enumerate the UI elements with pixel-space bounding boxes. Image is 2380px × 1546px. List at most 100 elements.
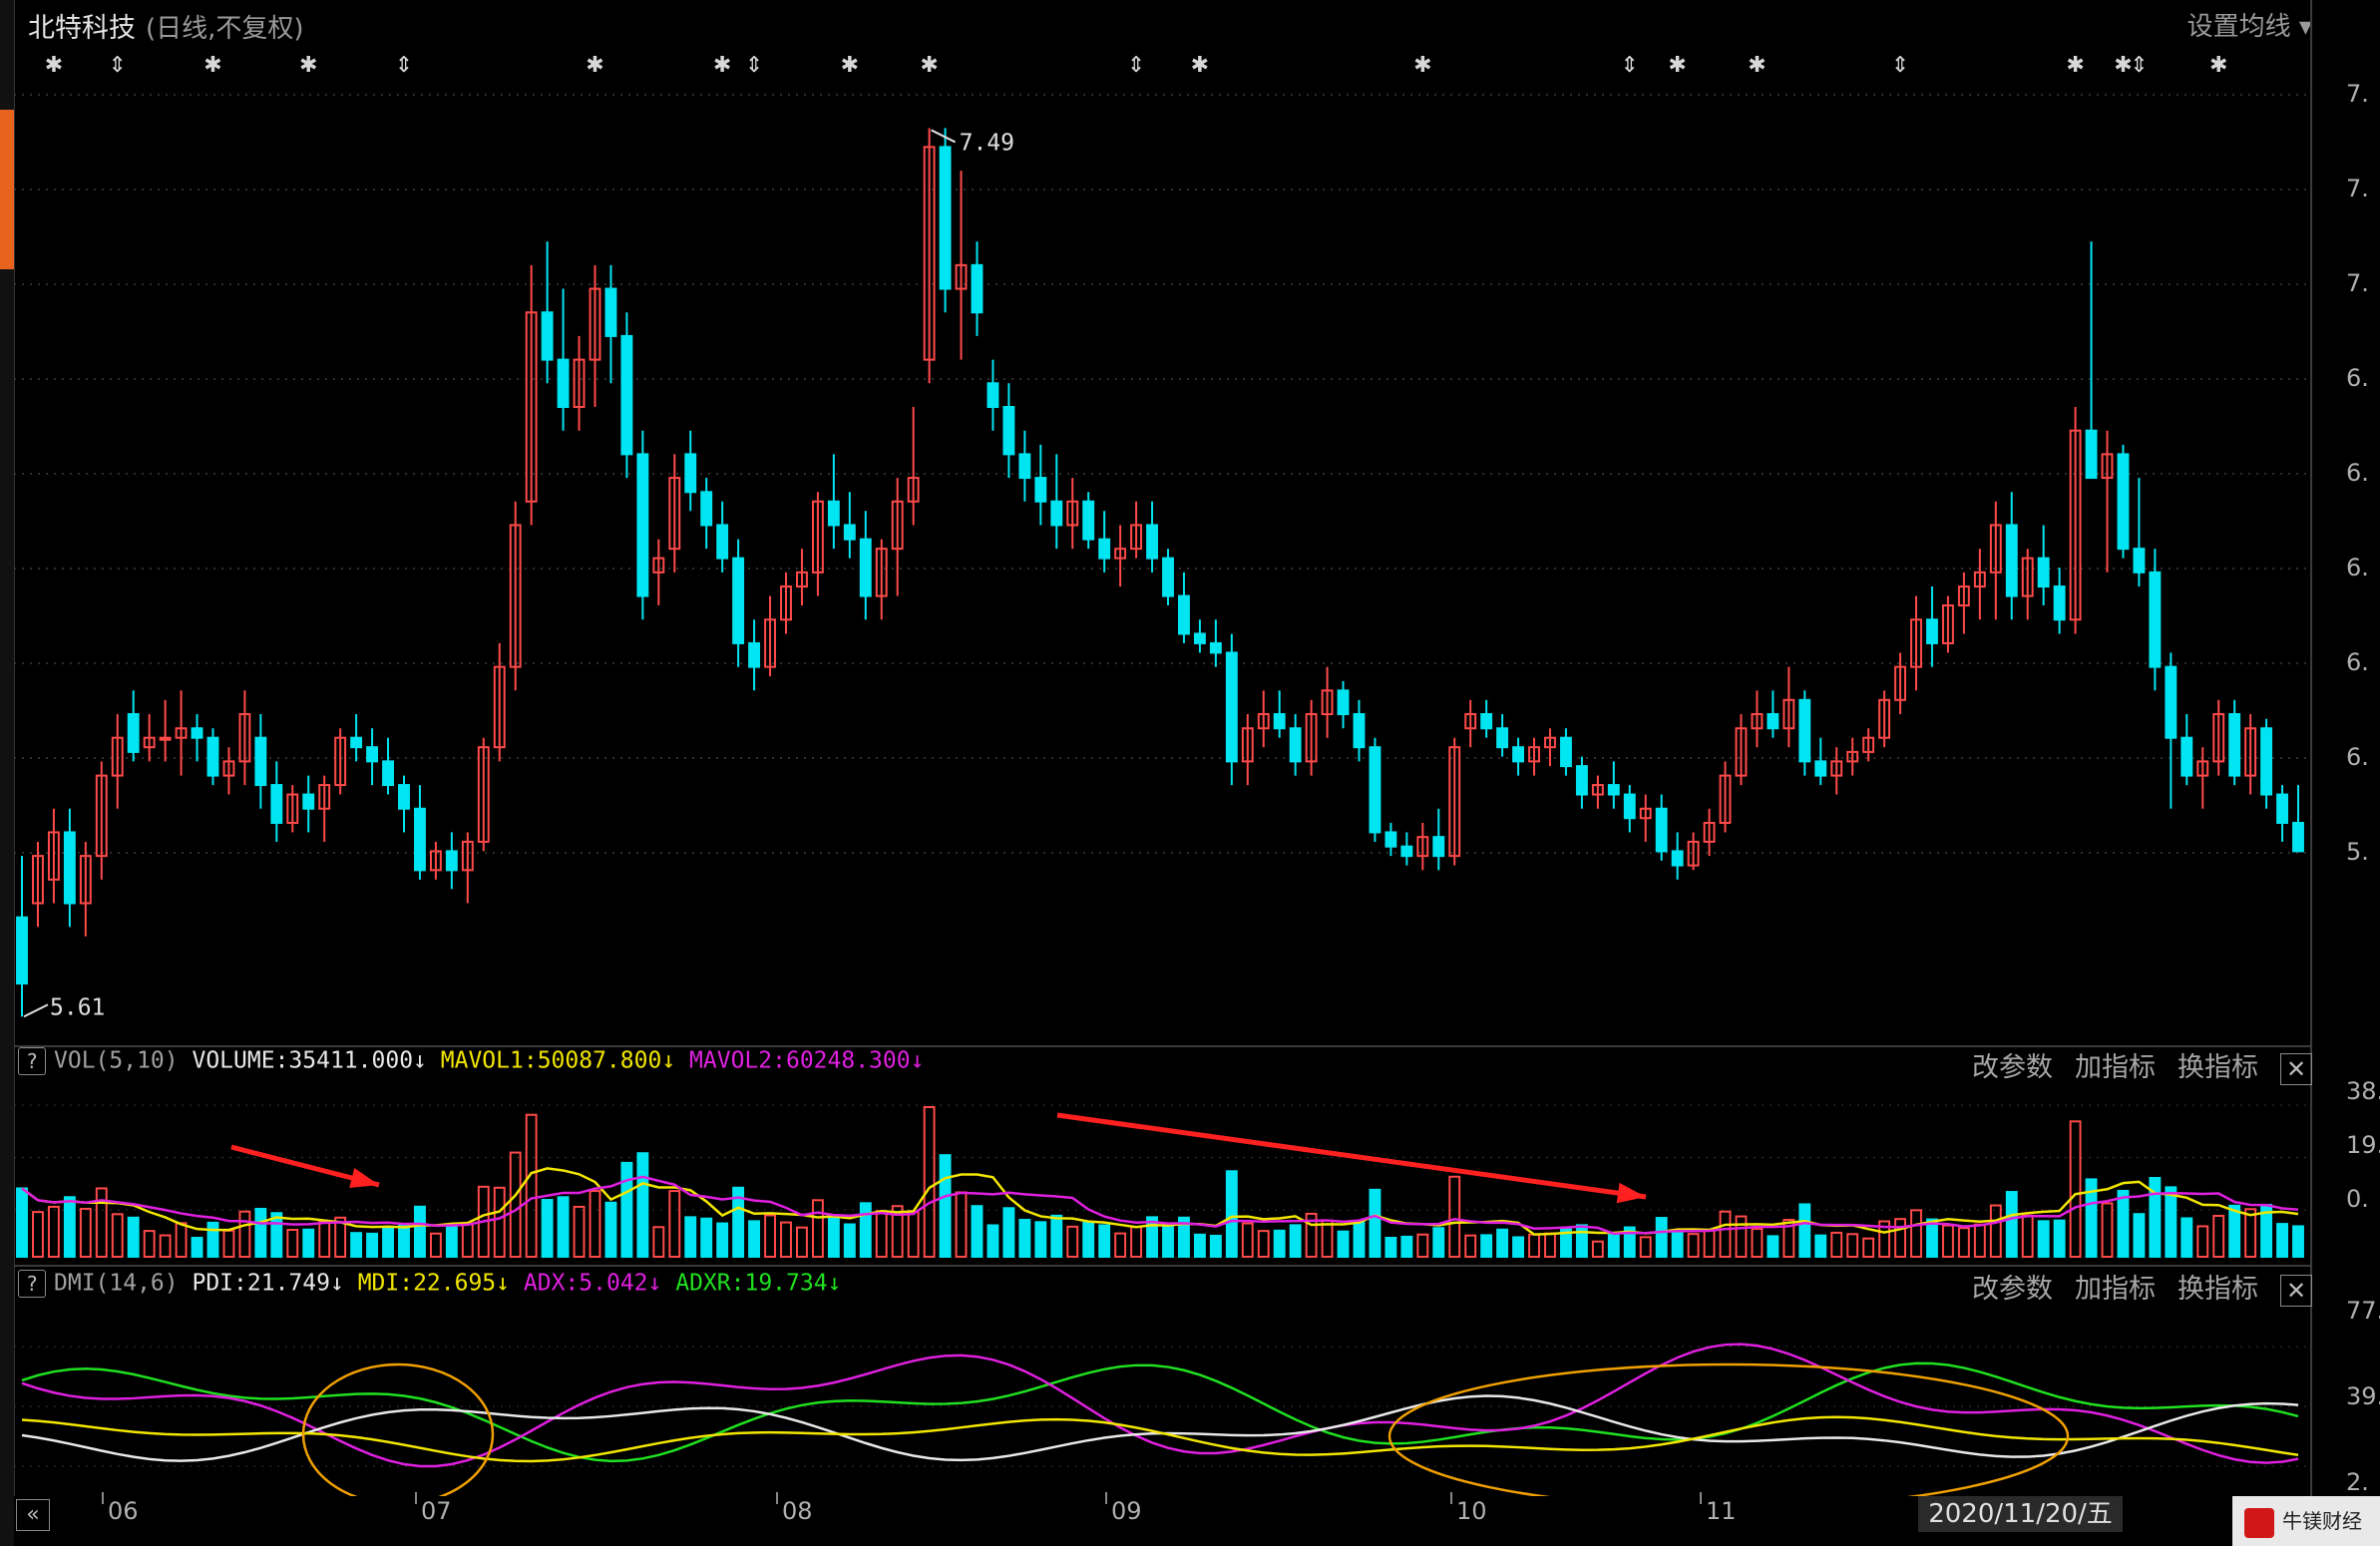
candle: [302, 793, 315, 810]
dmi-help-button[interactable]: ?: [18, 1270, 46, 1298]
vol-mavol1-arrow: ↓: [661, 1047, 676, 1074]
volume-bar: [429, 1232, 442, 1258]
candle: [1400, 845, 1413, 858]
volume-bar: [1066, 1225, 1079, 1258]
volume-bar: [827, 1215, 840, 1259]
volume-bar: [1193, 1233, 1206, 1259]
volume-bar: [1607, 1234, 1620, 1258]
price-axis-tick: 7.: [2346, 175, 2369, 202]
volume-bar: [302, 1228, 315, 1258]
volume-bar: [1002, 1207, 1015, 1258]
volume-bar: [2117, 1189, 2130, 1258]
dmi-add-indicator-button[interactable]: 加指标: [2075, 1274, 2156, 1305]
event-marker-icon: ✱: [1668, 53, 1686, 78]
candle: [939, 146, 952, 290]
volume-bar: [1591, 1240, 1604, 1259]
dmi-close-button[interactable]: ✕: [2280, 1274, 2312, 1307]
volume-chart[interactable]: [14, 1085, 2310, 1263]
vol-volume-value: VOLUME:35411.000: [192, 1047, 414, 1074]
low-price-label: 5.61: [50, 994, 105, 1020]
volume-bar: [1018, 1218, 1031, 1258]
candle: [2292, 821, 2304, 853]
dmi-chart[interactable]: [14, 1307, 2310, 1496]
candle: [1082, 500, 1095, 541]
price-axis-tick: 6.: [2346, 743, 2369, 771]
volume-bar: [1989, 1204, 2002, 1259]
volume-bar: [907, 1210, 920, 1258]
vol-switch-indicator-button[interactable]: 换指标: [2178, 1052, 2258, 1083]
vol-axis-tick: 19.: [2346, 1131, 2380, 1159]
vol-panel-buttons: 改参数 加指标 换指标 ✕: [1950, 1045, 2312, 1085]
candle: [1607, 784, 1620, 796]
dmi-params-button[interactable]: 改参数: [1972, 1274, 2053, 1305]
candle: [398, 784, 410, 810]
dmi-panel-buttons: 改参数 加指标 换指标 ✕: [1950, 1267, 2312, 1307]
candle: [1480, 713, 1493, 730]
volume-bar: [987, 1224, 999, 1258]
candle: [1353, 713, 1366, 749]
month-tick-label: 07: [421, 1497, 452, 1525]
month-tick-label: 11: [1706, 1497, 1737, 1525]
candle: [2117, 453, 2130, 551]
volume-bar: [63, 1196, 76, 1258]
volume-bar: [875, 1210, 888, 1258]
left-sidebar-accent[interactable]: [0, 110, 14, 269]
price-axis-tick: 6.: [2346, 459, 2369, 487]
adx-line: [21, 1343, 2299, 1468]
vol-params-button[interactable]: 改参数: [1972, 1052, 2053, 1083]
vol-close-button[interactable]: ✕: [2280, 1052, 2312, 1085]
candlestick-chart[interactable]: ✱⇕✱✱⇕✱✱⇕✱✱⇕✱✱⇕✱✱⇕✱✱⇕✱✱7.495.61: [14, 40, 2310, 1047]
vol-add-indicator-button[interactable]: 加指标: [2075, 1052, 2156, 1083]
volume-bar: [1528, 1233, 1540, 1258]
volume-bar: [1941, 1224, 1954, 1259]
dmi-adx-value: ADX:5.042: [523, 1270, 648, 1297]
volume-bar: [238, 1210, 251, 1258]
scroll-left-button[interactable]: «: [16, 1499, 50, 1531]
volume-bar: [2228, 1204, 2241, 1259]
event-marker-icon: ✱: [1413, 53, 1431, 78]
event-marker-icon: ✱: [1748, 53, 1766, 78]
event-marker-icon: ⇕: [2130, 53, 2148, 78]
volume-bar: [2053, 1219, 2066, 1258]
volume-bar: [604, 1201, 617, 1258]
dmi-adx-arrow: ↓: [647, 1270, 662, 1297]
candle: [1177, 594, 1190, 635]
volume-bar: [16, 1187, 28, 1258]
volume-bar: [1416, 1233, 1429, 1258]
volume-bar: [1735, 1215, 1748, 1259]
volume-bar: [1098, 1224, 1111, 1258]
candle: [2181, 736, 2193, 777]
candle: [1798, 698, 1811, 763]
volume-bar: [2212, 1214, 2225, 1259]
ma-settings-button[interactable]: 设置均线 ▾: [2187, 6, 2312, 43]
volume-bar: [1639, 1236, 1652, 1259]
candle: [1432, 836, 1445, 858]
volume-bar: [95, 1187, 108, 1258]
dmi-axis-tick: 77.: [2346, 1297, 2380, 1325]
month-tick-mark: [102, 1492, 104, 1504]
dmi-axis-tick: 2.: [2346, 1468, 2369, 1496]
event-marker-icon: ✱: [713, 53, 731, 78]
dmi-switch-indicator-button[interactable]: 换指标: [2178, 1274, 2258, 1305]
candle: [636, 453, 649, 597]
candle: [2005, 524, 2018, 597]
volume-bar: [1512, 1236, 1525, 1258]
event-marker-icon: ⇕: [1127, 53, 1145, 78]
event-marker-icon: ✱: [2209, 53, 2227, 78]
volume-bar: [1767, 1235, 1780, 1259]
volume-bar: [206, 1221, 219, 1259]
candle: [2165, 665, 2178, 739]
vol-help-button[interactable]: ?: [18, 1047, 46, 1075]
volume-bar: [589, 1190, 601, 1258]
candle: [1671, 850, 1684, 867]
candle: [859, 538, 872, 597]
volume-bar: [1687, 1233, 1700, 1258]
month-tick-mark: [415, 1492, 417, 1504]
brand-logo: 牛镁财经: [2232, 1496, 2380, 1546]
low-pointer-icon: [23, 1003, 49, 1018]
volume-bar: [1830, 1231, 1843, 1259]
high-price-label: 7.49: [960, 130, 1014, 156]
event-marker-icon: ✱: [1191, 53, 1209, 78]
volume-bar: [1862, 1237, 1875, 1259]
candle: [748, 641, 761, 668]
